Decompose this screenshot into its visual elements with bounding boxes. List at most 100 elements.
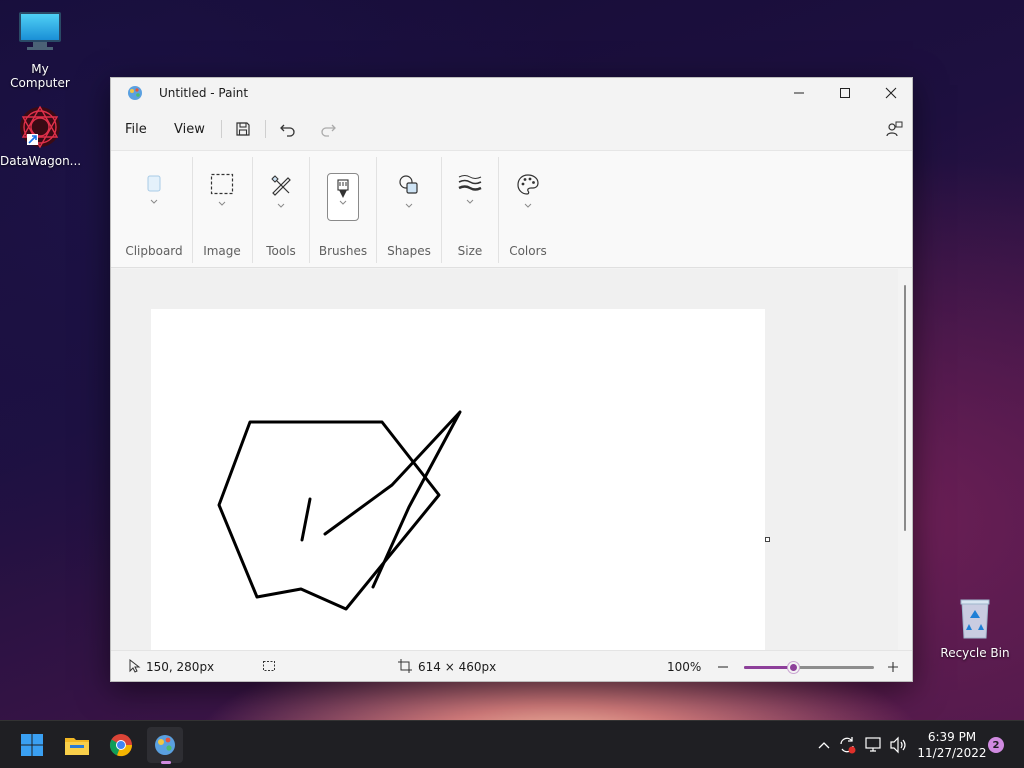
cursor-position: 150, 280px (146, 660, 215, 674)
desktop-icon-my-computer[interactable]: My Computer (0, 10, 80, 90)
datawagon-icon (17, 104, 63, 150)
folder-icon (65, 738, 89, 755)
canvas-size: 614 × 460px (418, 660, 497, 674)
plus-icon (888, 662, 898, 672)
speaker-icon (890, 736, 906, 754)
title-bar[interactable]: Untitled - Paint (111, 78, 912, 108)
recycle-bin-icon (952, 596, 998, 642)
vertical-scrollbar[interactable] (900, 269, 912, 650)
ribbon-label-brushes: Brushes (318, 244, 368, 258)
sync-status-button[interactable] (837, 735, 857, 755)
canvas-size-icon (398, 659, 412, 673)
drawing-canvas[interactable] (151, 309, 770, 650)
window-title: Untitled - Paint (159, 86, 249, 100)
ribbon-group-colors[interactable]: Colors (500, 151, 556, 269)
clock-time: 6:39 PM (927, 730, 977, 744)
network-icon (865, 737, 881, 752)
paint-app-icon (155, 735, 175, 755)
close-icon (885, 87, 897, 99)
ribbon-label-size: Size (457, 244, 483, 258)
zoom-level: 100% (667, 660, 702, 674)
notification-badge[interactable]: 2 (988, 737, 1004, 753)
maximize-icon (840, 88, 850, 98)
zoom-slider-thumb[interactable] (788, 662, 799, 673)
desktop-icon-label: DataWagon... (0, 154, 82, 168)
undo-button[interactable] (277, 118, 299, 140)
cursor-icon (127, 658, 141, 673)
start-button[interactable] (14, 727, 50, 763)
brush-button[interactable] (327, 173, 359, 221)
paint-window: Untitled - Paint File View Clipboard Ima… (110, 77, 913, 682)
zoom-slider[interactable] (744, 662, 874, 673)
chevron-down-icon (405, 203, 413, 208)
taskbar-paint[interactable] (147, 727, 183, 764)
ribbon-label-tools: Tools (266, 244, 296, 258)
paint-app-icon (127, 85, 143, 101)
chevron-down-icon (524, 203, 532, 208)
account-icon (886, 121, 903, 137)
ribbon-label-colors: Colors (509, 244, 547, 258)
redo-icon (321, 124, 336, 137)
scrollbar-thumb[interactable] (904, 285, 906, 531)
menu-file[interactable]: File (125, 122, 147, 137)
ribbon-label-image: Image (203, 244, 241, 258)
shapes-icon (399, 175, 418, 194)
palette-icon (517, 174, 539, 195)
zoom-in-button[interactable] (886, 660, 900, 674)
minimize-icon (794, 92, 804, 94)
desktop-icon-label: My Computer (10, 62, 70, 90)
menu-bar: File View (111, 110, 912, 148)
ribbon-group-brushes[interactable]: Brushes (311, 151, 375, 269)
desktop-icon-label: Recycle Bin (940, 646, 1010, 660)
chrome-icon (109, 734, 133, 757)
chevron-up-icon (818, 742, 830, 749)
ribbon-label-clipboard: Clipboard (125, 244, 183, 258)
desktop-icon-recycle-bin[interactable]: Recycle Bin (935, 596, 1015, 660)
ribbon-toolbar: Clipboard Image Tools Brushes Shapes Siz… (111, 150, 912, 268)
taskbar-chrome[interactable] (103, 727, 139, 763)
clock-date: 11/27/2022 (917, 746, 987, 760)
ribbon-group-image[interactable]: Image (195, 151, 249, 269)
save-button[interactable] (232, 118, 254, 140)
desktop-icon-datawagon[interactable]: DataWagon... (0, 104, 82, 168)
minimize-button[interactable] (776, 78, 822, 108)
brush-icon (337, 179, 349, 198)
show-hidden-icons-button[interactable] (814, 735, 834, 755)
taskbar-clock[interactable]: 6:39 PM 11/27/2022 (914, 729, 990, 761)
taskbar: 6:39 PM 11/27/2022 2 (0, 720, 1024, 768)
menu-view[interactable]: View (174, 122, 205, 137)
ribbon-group-tools[interactable]: Tools (254, 151, 308, 269)
account-button[interactable] (883, 118, 905, 140)
pencil-eraser-icon (271, 175, 291, 196)
canvas-resize-handle[interactable] (765, 537, 770, 542)
canvas-area[interactable] (111, 269, 898, 650)
zoom-out-button[interactable] (716, 660, 730, 674)
save-icon (236, 122, 250, 136)
undo-icon (280, 124, 295, 137)
taskbar-file-explorer[interactable] (59, 727, 95, 763)
close-button[interactable] (868, 78, 912, 108)
ribbon-group-size[interactable]: Size (443, 151, 497, 269)
chevron-down-icon (339, 200, 347, 205)
computer-icon (17, 12, 63, 58)
status-bar: 150, 280px 614 × 460px 100% (111, 650, 912, 681)
selection-size-icon (262, 659, 276, 673)
redo-button[interactable] (317, 118, 339, 140)
ribbon-label-shapes: Shapes (387, 244, 431, 258)
maximize-button[interactable] (822, 78, 868, 108)
volume-button[interactable] (889, 735, 909, 755)
network-button[interactable] (864, 735, 884, 755)
chevron-down-icon (218, 201, 226, 206)
ribbon-group-shapes[interactable]: Shapes (378, 151, 440, 269)
minus-icon (718, 666, 728, 668)
sync-icon (840, 737, 856, 754)
stroke-size-icon (458, 175, 482, 191)
windows-logo-icon (21, 734, 43, 756)
chevron-down-icon (466, 199, 474, 204)
chevron-down-icon (150, 199, 158, 204)
select-rectangle-icon (210, 173, 234, 195)
drawing-strokes (217, 410, 462, 611)
active-indicator (161, 761, 171, 764)
ribbon-group-clipboard[interactable]: Clipboard (119, 151, 189, 269)
chevron-down-icon (277, 203, 285, 208)
